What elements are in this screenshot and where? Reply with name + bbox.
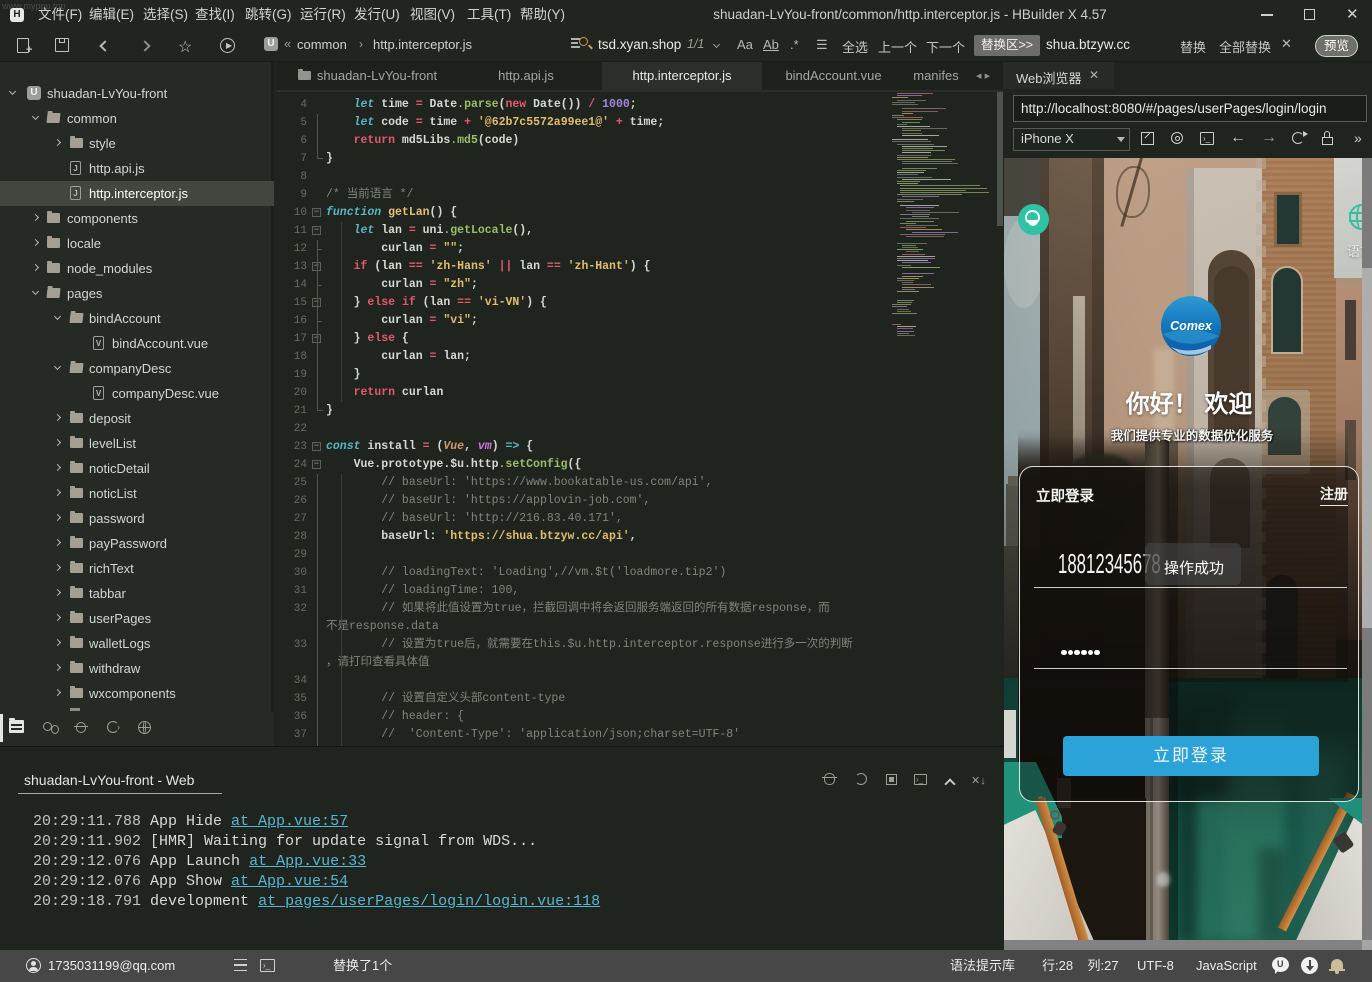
svg-text:Comex: Comex (1170, 319, 1213, 333)
